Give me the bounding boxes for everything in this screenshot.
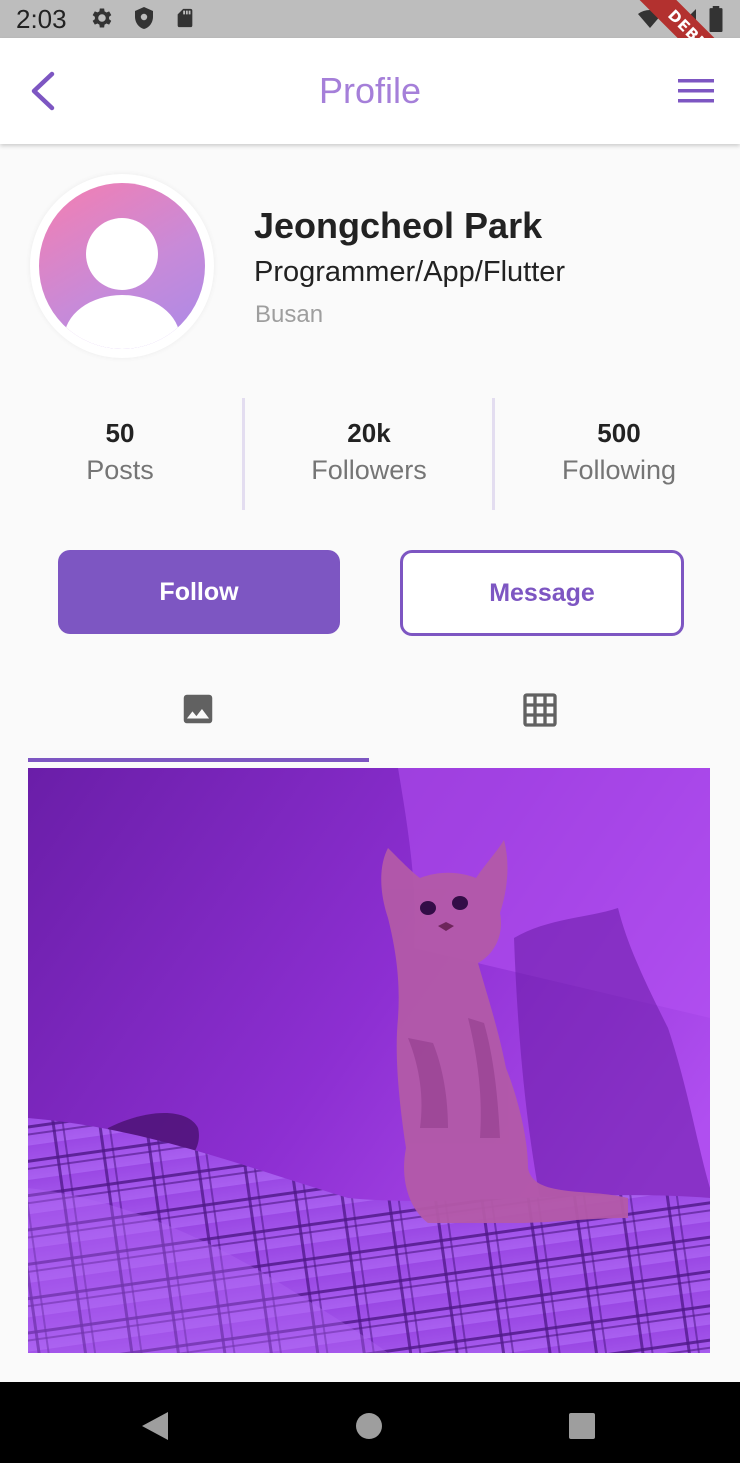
kitten-photo bbox=[28, 768, 710, 1353]
nav-back-icon[interactable] bbox=[140, 1410, 170, 1442]
message-button[interactable]: Message bbox=[400, 550, 684, 636]
app-bar: Profile bbox=[0, 38, 740, 144]
system-nav-bar bbox=[0, 1382, 740, 1463]
stat-following[interactable]: 500 Following bbox=[499, 418, 739, 486]
stat-divider bbox=[242, 398, 245, 510]
avatar[interactable] bbox=[30, 174, 214, 358]
nav-home-icon[interactable] bbox=[355, 1412, 383, 1440]
nav-recents-icon[interactable] bbox=[568, 1412, 596, 1440]
stat-divider bbox=[492, 398, 495, 510]
settings-icon bbox=[92, 8, 112, 28]
stat-label: Following bbox=[561, 455, 677, 485]
battery-icon bbox=[709, 6, 723, 32]
menu-button[interactable] bbox=[678, 76, 714, 106]
menu-icon bbox=[678, 79, 714, 103]
status-notification-icons bbox=[88, 5, 196, 31]
shield-icon bbox=[135, 7, 153, 29]
stat-followers[interactable]: 20k Followers bbox=[249, 418, 489, 486]
profile-location: Busan bbox=[255, 301, 324, 328]
stat-value: 20k bbox=[347, 418, 391, 448]
tab-photos[interactable] bbox=[28, 690, 368, 760]
page-title: Profile bbox=[318, 70, 422, 111]
stat-label: Posts bbox=[86, 455, 154, 485]
status-bar: 2:03 DEBUG bbox=[0, 0, 740, 105]
follow-button[interactable]: Follow bbox=[58, 550, 340, 634]
profile-name: Jeongcheol Park bbox=[254, 205, 543, 246]
avatar-image bbox=[39, 183, 205, 349]
tab-grid[interactable] bbox=[370, 690, 710, 760]
post-photo[interactable] bbox=[28, 768, 710, 1353]
stat-label: Followers bbox=[311, 455, 427, 485]
status-time: 2:03 bbox=[16, 4, 67, 34]
tab-indicator bbox=[28, 758, 369, 762]
sd-card-icon bbox=[177, 8, 193, 28]
stat-posts[interactable]: 50 Posts bbox=[0, 418, 240, 486]
stat-value: 50 bbox=[105, 418, 135, 448]
stat-value: 500 bbox=[597, 418, 641, 448]
person-icon bbox=[64, 218, 180, 349]
image-icon bbox=[183, 694, 213, 724]
profile-role: Programmer/App/Flutter bbox=[254, 256, 566, 288]
grid-icon bbox=[523, 693, 557, 727]
